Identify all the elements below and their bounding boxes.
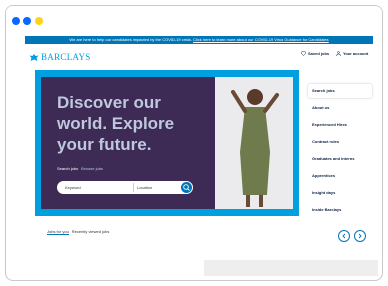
barclays-logo[interactable]: BARCLAYS — [29, 52, 91, 62]
your-account-link[interactable]: Your account — [336, 51, 368, 56]
saved-jobs-label: Saved jobs — [308, 51, 330, 56]
search-button[interactable] — [181, 182, 192, 193]
search-divider — [133, 183, 134, 192]
banner-link[interactable]: Click here to learn more about our COVID… — [193, 37, 329, 42]
tab-browse-jobs[interactable]: Browse jobs — [81, 166, 103, 171]
sidenav-item-inside-barclays[interactable]: Inside Barclays — [308, 203, 372, 217]
hero-headline: Discover our world. Explore your future. — [57, 93, 175, 154]
person-illustration — [215, 77, 293, 209]
saved-jobs-link[interactable]: Saved jobs — [301, 51, 329, 56]
tab-search-jobs[interactable]: Search jobs — [57, 166, 78, 171]
your-account-label: Your account — [343, 51, 369, 56]
window-titlebar — [6, 6, 382, 34]
eagle-icon — [29, 53, 39, 61]
chevron-right-icon — [358, 233, 362, 239]
logo-text: BARCLAYS — [41, 52, 91, 62]
covid-banner: We are here to help our candidates impac… — [25, 36, 373, 44]
close-window-button[interactable] — [12, 17, 20, 25]
sidenav-item-search-jobs[interactable]: Search jobs — [308, 84, 372, 98]
maximize-window-button[interactable] — [35, 17, 43, 25]
job-search-bar: Keyword Location — [57, 181, 193, 194]
chevron-left-icon — [342, 233, 346, 239]
hero-section: Discover our world. Explore your future.… — [35, 70, 299, 216]
sidenav-item-about-us[interactable]: About us — [308, 101, 372, 115]
minimize-window-button[interactable] — [23, 17, 31, 25]
banner-text: We are here to help our candidates impac… — [69, 37, 192, 42]
sidenav-item-apprentices[interactable]: Apprentices — [308, 169, 372, 183]
hero-panel: Discover our world. Explore your future.… — [41, 77, 293, 209]
job-list-tabs: Jobs for you Recently viewed jobs — [47, 229, 109, 235]
carousel-next-button[interactable] — [354, 230, 366, 242]
search-icon — [183, 184, 190, 191]
tab-jobs-for-you[interactable]: Jobs for you — [47, 229, 69, 235]
hero-photo — [215, 77, 293, 209]
content-placeholder — [204, 260, 378, 276]
side-navigation: Search jobs About us Experienced Hires C… — [308, 84, 372, 220]
heart-icon — [301, 51, 306, 56]
search-mode-tabs: Search jobs Browse jobs — [57, 166, 103, 171]
carousel-prev-button[interactable] — [338, 230, 350, 242]
user-icon — [336, 51, 341, 56]
sidenav-item-graduates[interactable]: Graduates and Interns — [308, 152, 372, 166]
keyword-input[interactable]: Keyword — [65, 185, 81, 190]
sidenav-item-insight-days[interactable]: Insight days — [308, 186, 372, 200]
sidenav-item-experienced-hires[interactable]: Experienced Hires — [308, 118, 372, 132]
sidenav-item-contract-roles[interactable]: Contract roles — [308, 135, 372, 149]
tab-recently-viewed[interactable]: Recently viewed jobs — [72, 229, 110, 235]
location-input[interactable]: Location — [137, 185, 152, 190]
